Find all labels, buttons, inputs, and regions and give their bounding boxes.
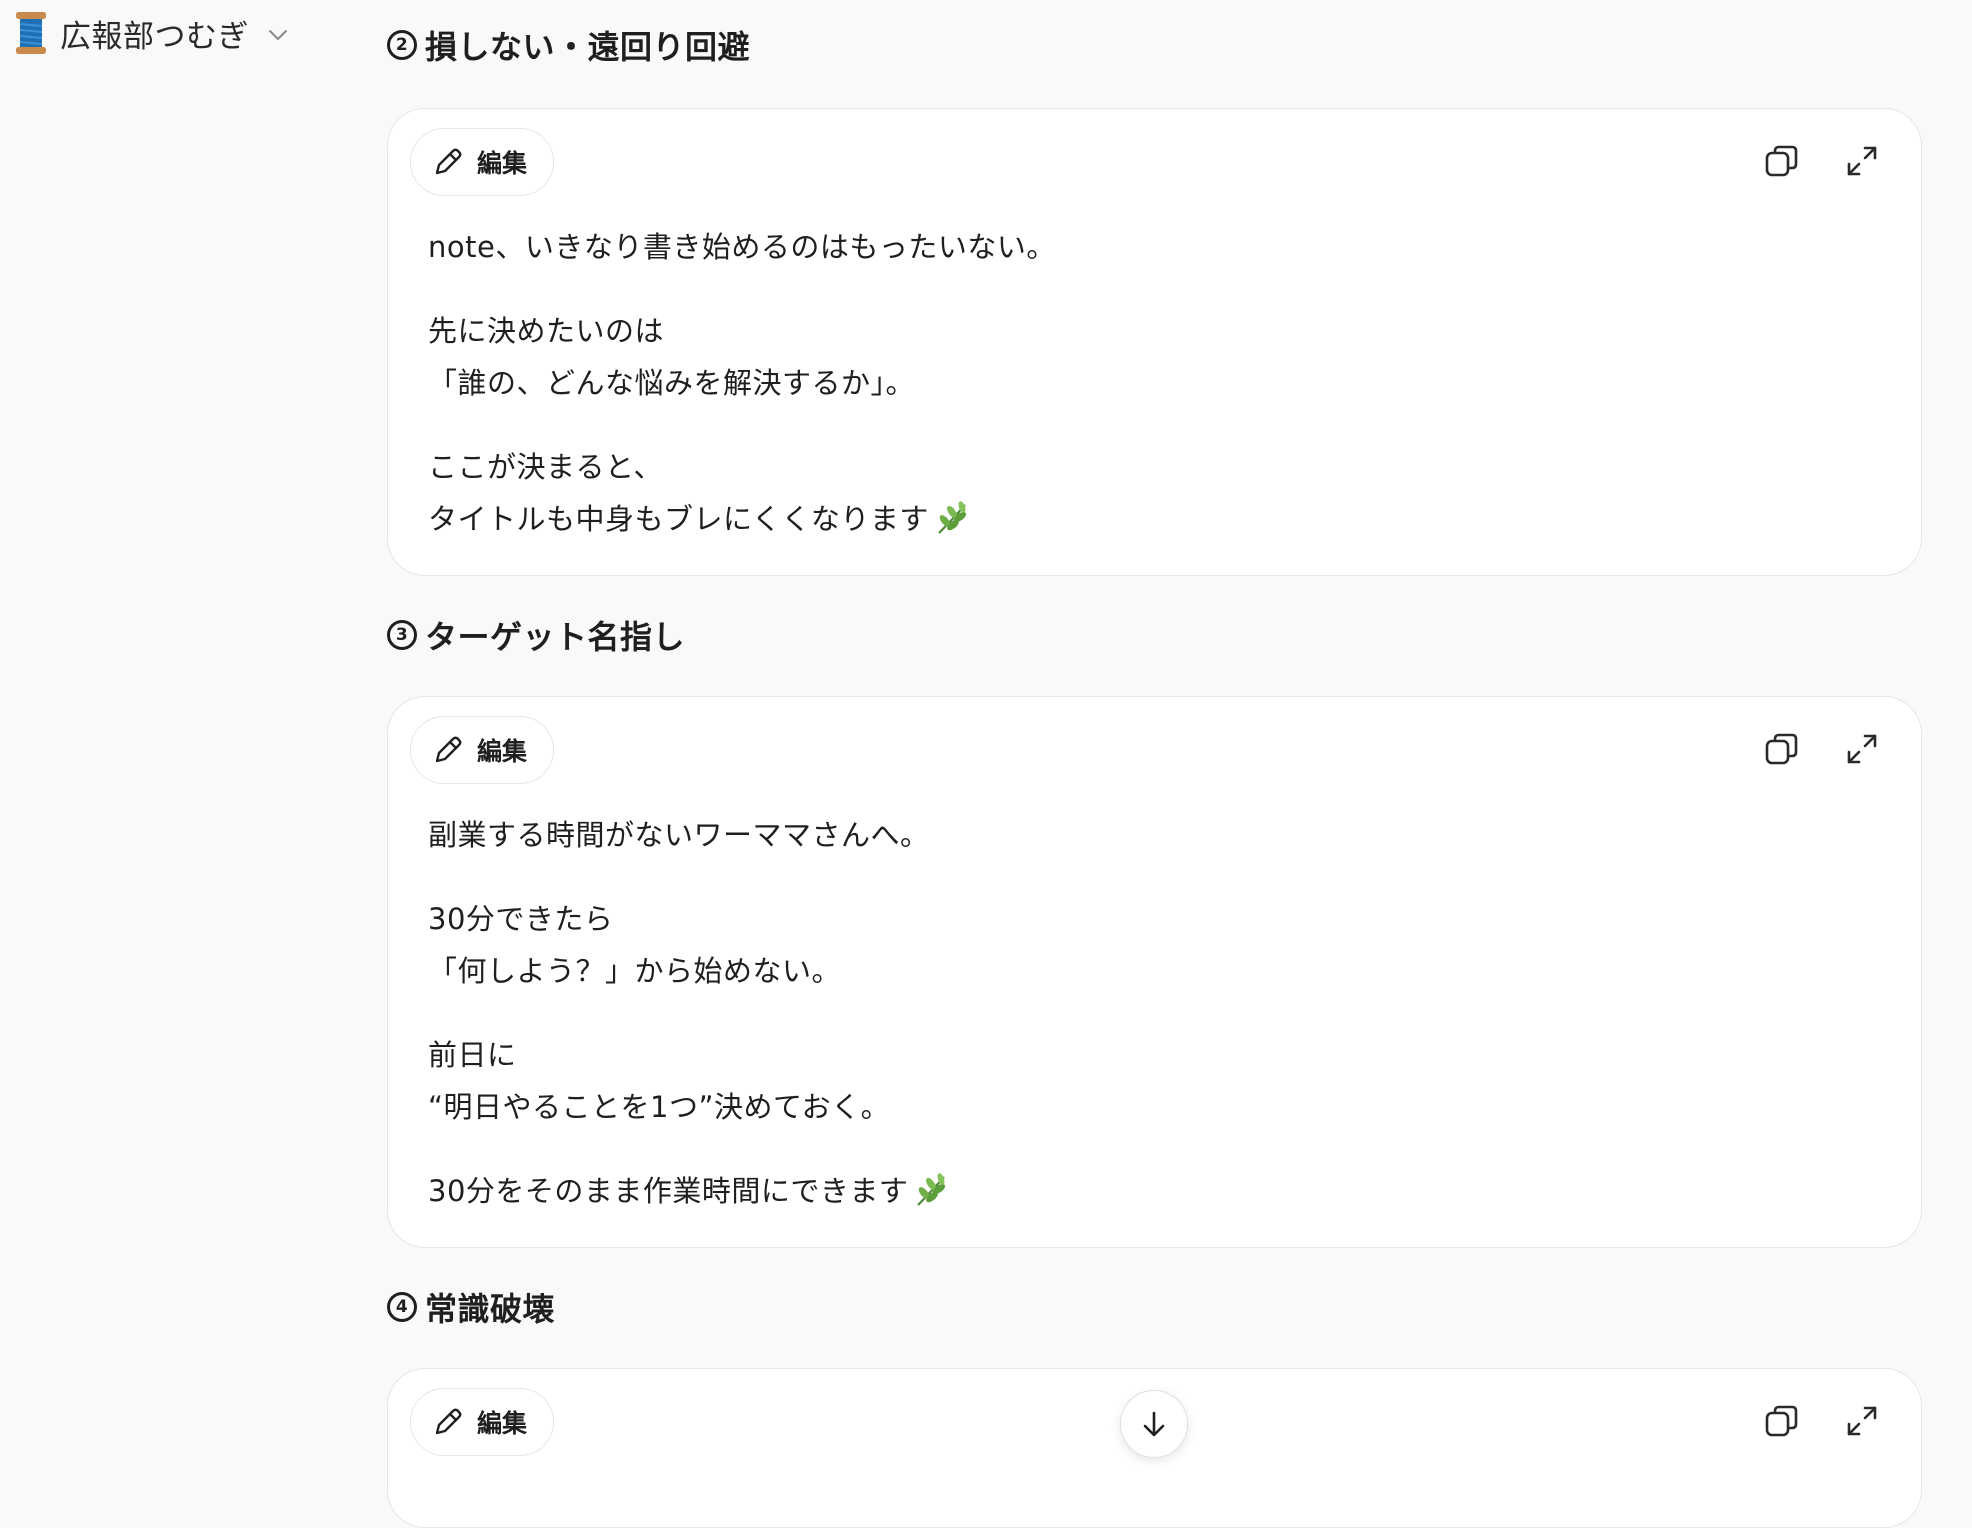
section-title: ターゲット名指し <box>425 618 686 656</box>
section-heading: 4 常識破壊 <box>387 1284 555 1330</box>
text-line: 先に決めたいのは <box>428 314 665 348</box>
expand-icon <box>1847 146 1877 176</box>
copy-icon <box>1765 145 1798 177</box>
copy-button[interactable] <box>1752 131 1812 191</box>
copy-button[interactable] <box>1752 1391 1812 1451</box>
text-line: note、いきなり書き始めるのはもったいない。 <box>428 230 1056 264</box>
paragraph: 30分をそのまま作業時間にできます <box>428 1165 1881 1217</box>
expand-icon <box>1847 1406 1877 1436</box>
expand-button[interactable] <box>1832 719 1892 779</box>
paragraph: 前日に “明日やることを1つ”決めておく。 <box>428 1029 1881 1133</box>
text-line-with-leaf: 30分をそのまま作業時間にできます <box>428 1165 1881 1217</box>
section-number: 3 <box>387 620 417 650</box>
edit-button[interactable]: 編集 <box>410 716 555 784</box>
expand-button[interactable] <box>1832 1391 1892 1451</box>
section-number: 4 <box>387 1292 417 1322</box>
edit-button[interactable]: 編集 <box>410 1388 555 1456</box>
pencil-icon <box>435 736 462 763</box>
herb-leaf-icon <box>938 501 966 534</box>
paragraph: 30分できたら 「何しよう？」から始めない。 <box>428 893 1881 997</box>
text-line: 30分できたら <box>428 902 614 936</box>
text-line: 「何しよう？」から始めない。 <box>428 954 842 988</box>
card-content: 副業する時間がないワーママさんへ。 30分できたら 「何しよう？」から始めない。… <box>428 809 1881 1217</box>
edit-label: 編集 <box>477 149 528 178</box>
section-number: 2 <box>387 30 417 60</box>
edit-label: 編集 <box>477 1409 528 1438</box>
expand-icon <box>1847 734 1877 764</box>
text-line: 副業する時間がないワーママさんへ。 <box>428 818 930 852</box>
gpt-selector[interactable]: 広報部つむぎ <box>14 8 291 58</box>
text-line: “明日やることを1つ”決めておく。 <box>428 1090 891 1124</box>
herb-leaf-icon <box>917 1173 946 1206</box>
text-line: 前日に <box>428 1038 517 1072</box>
section-heading: 2 損しない・遠回り回避 <box>387 22 750 68</box>
paragraph: note、いきなり書き始めるのはもったいない。 <box>428 221 1881 273</box>
card-content: note、いきなり書き始めるのはもったいない。 先に決めたいのは 「誰の、どんな… <box>428 221 1881 545</box>
arrow-down-icon <box>1143 1411 1165 1437</box>
section-title: 損しない・遠回り回避 <box>425 28 751 66</box>
copy-button[interactable] <box>1752 719 1812 779</box>
edit-button[interactable]: 編集 <box>410 128 555 196</box>
canvas-card: 編集 note、いきなり書き始めるのはもったいない。 先に決めたいのは 「誰の、… <box>387 108 1922 576</box>
text-line: 30分をそのまま作業時間にできます <box>428 1174 909 1208</box>
paragraph: 副業する時間がないワーママさんへ。 <box>428 809 1881 861</box>
edit-label: 編集 <box>477 737 528 766</box>
scroll-to-bottom-button[interactable] <box>1120 1390 1188 1458</box>
section-heading: 3 ターゲット名指し <box>387 612 685 658</box>
pencil-icon <box>435 1408 462 1435</box>
copy-icon <box>1765 733 1798 765</box>
paragraph: 先に決めたいのは 「誰の、どんな悩みを解決するか」。 <box>428 305 1881 409</box>
text-line-with-leaf: タイトルも中身もブレにくくなります <box>428 493 1881 545</box>
section-title: 常識破壊 <box>425 1290 556 1328</box>
text-line: タイトルも中身もブレにくくなります <box>428 502 929 536</box>
chevron-down-icon <box>269 30 287 40</box>
copy-icon <box>1765 1405 1798 1437</box>
gpt-name: 広報部つむぎ <box>60 18 249 55</box>
expand-button[interactable] <box>1832 131 1892 191</box>
thread-spool-icon <box>16 12 46 54</box>
pencil-icon <box>435 148 462 175</box>
text-line: 「誰の、どんな悩みを解決するか」。 <box>428 366 916 400</box>
canvas-card: 編集 副業する時間がないワーママさんへ。 30分できたら 「何しよう？」から始め… <box>387 696 1922 1248</box>
paragraph: ここが決まると、 タイトルも中身もブレにくくなります <box>428 441 1881 545</box>
text-line: ここが決まると、 <box>428 450 663 484</box>
